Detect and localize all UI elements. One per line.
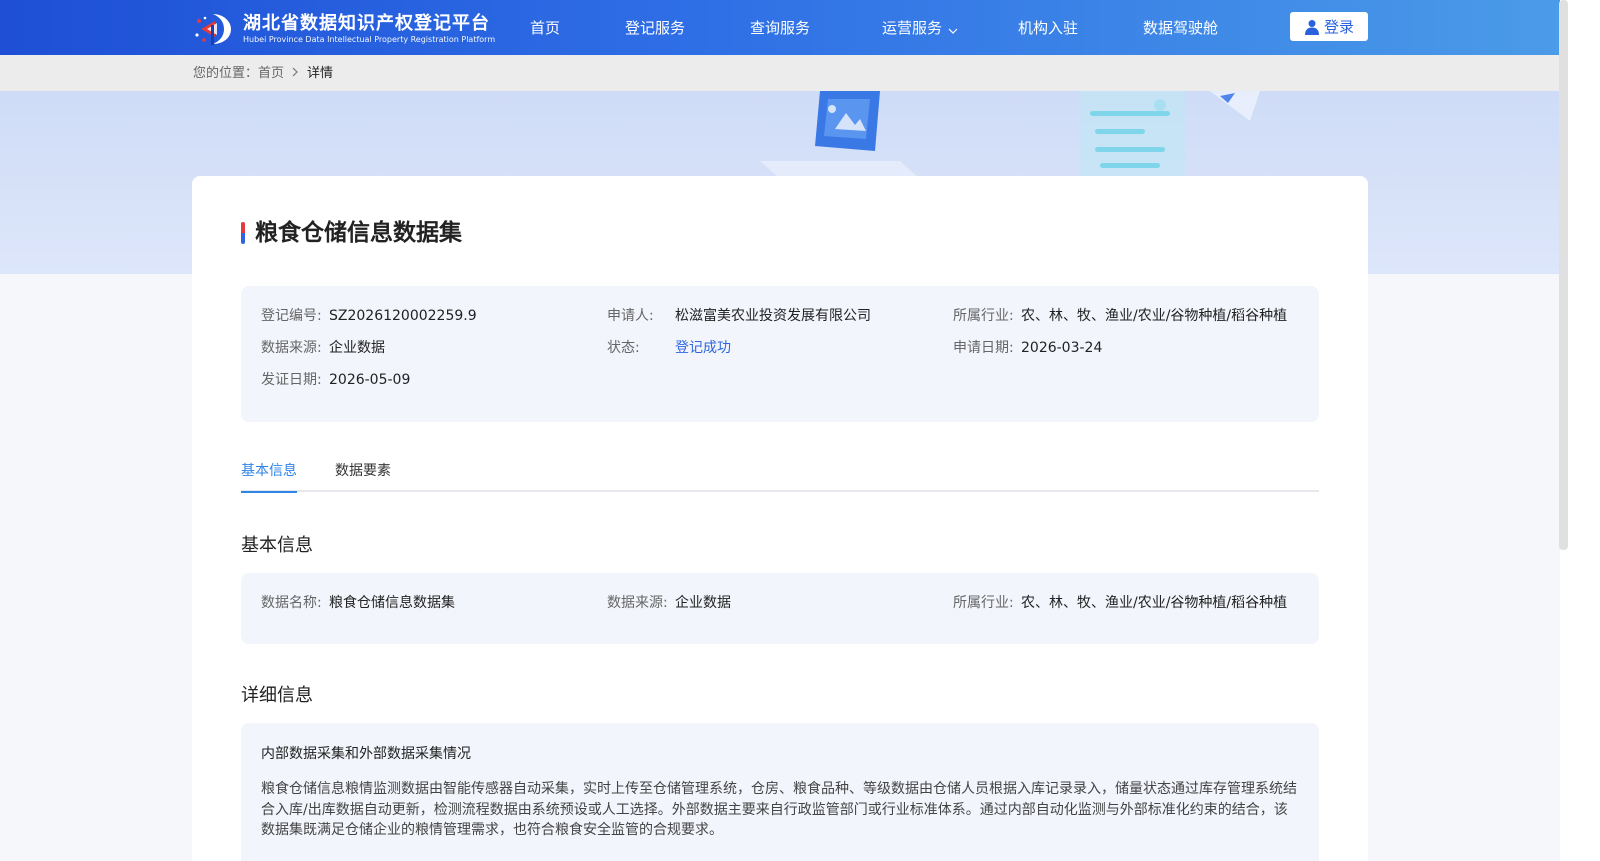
logo-title-cn: 湖北省数据知识产权登记平台	[243, 13, 490, 34]
basic-info-title: 基本信息	[241, 535, 313, 556]
page-title-row: 粮食仓储信息数据集	[241, 218, 462, 248]
field-value: 农、林、牧、渔业/农业/谷物种植/稻谷种植	[1021, 308, 1288, 324]
field-data-source: 数据来源: 企业数据	[261, 339, 385, 357]
field-data-name: 数据名称: 粮食仓储信息数据集	[261, 594, 455, 612]
user-icon	[1304, 19, 1319, 35]
field-value: 粮食仓储信息数据集	[329, 595, 455, 611]
field-label: 所属行业:	[953, 308, 1014, 324]
tab-data-elements[interactable]: 数据要素	[335, 462, 391, 480]
detail-paragraph: 粮食仓储信息粮情监测数据由智能传感器自动采集，实时上传至仓储管理系统，仓房、粮食…	[261, 781, 1297, 838]
field-industry: 所属行业: 农、林、牧、渔业/农业/谷物种植/稻谷种植	[953, 594, 1287, 612]
field-application-date: 申请日期: 2026-03-24	[953, 339, 1102, 357]
status-badge: 登记成功	[675, 340, 731, 356]
field-label: 发证日期:	[261, 372, 322, 388]
breadcrumb-prefix: 您的位置：	[193, 66, 259, 81]
field-value: 农、林、牧、渔业/农业/谷物种植/稻谷种植	[1021, 595, 1288, 611]
field-industry: 所属行业: 农、林、牧、渔业/农业/谷物种植/稻谷种植	[953, 307, 1287, 325]
field-status: 状态: 登记成功	[607, 339, 731, 357]
field-label: 数据名称:	[261, 595, 322, 611]
field-label: 申请人:	[607, 308, 654, 324]
field-label: 数据来源:	[607, 595, 668, 611]
field-value: 2026-03-24	[1021, 340, 1103, 356]
page-title: 粮食仓储信息数据集	[255, 220, 462, 246]
nav-home[interactable]: 首页	[530, 18, 560, 38]
nav-operation-service[interactable]: 运营服务	[882, 18, 958, 39]
nav-data-cockpit[interactable]: 数据驾驶舱	[1143, 18, 1218, 38]
nav-institution-join[interactable]: 机构入驻	[1018, 18, 1078, 38]
tab-basic-info[interactable]: 基本信息	[241, 462, 297, 493]
field-label: 登记编号:	[261, 308, 322, 324]
field-value: 松滋富美农业投资发展有限公司	[675, 308, 871, 324]
detailed-info-title: 详细信息	[241, 685, 313, 706]
chevron-right-icon	[292, 65, 299, 83]
login-button[interactable]: 登录	[1290, 12, 1368, 41]
nav-operation-service-label: 运营服务	[882, 19, 943, 37]
breadcrumb-current: 详情	[307, 66, 334, 81]
field-label: 状态:	[607, 340, 640, 356]
field-label: 数据来源:	[261, 340, 322, 356]
field-data-source: 数据来源: 企业数据	[607, 594, 731, 612]
field-applicant: 申请人: 松滋富美农业投资发展有限公司	[607, 307, 871, 325]
scrollbar-thumb[interactable]	[1559, 0, 1568, 550]
logo-mark-icon	[193, 11, 239, 47]
breadcrumb: 您的位置： 首页 详情	[193, 65, 333, 83]
top-navbar: 湖北省数据知识产权登记平台 Hubei Province Data Intell…	[0, 0, 1560, 55]
platform-logo[interactable]: 湖北省数据知识产权登记平台 Hubei Province Data Intell…	[193, 10, 495, 48]
detail-subheading: 内部数据采集和外部数据采集情况	[261, 746, 471, 762]
detail-tabs: 基本信息 数据要素	[241, 460, 1319, 493]
login-button-label: 登录	[1323, 18, 1354, 36]
field-certificate-date: 发证日期: 2026-05-09	[261, 371, 410, 389]
logo-title-en: Hubei Province Data Intellectual Propert…	[243, 35, 496, 44]
field-value: 企业数据	[329, 340, 385, 356]
chevron-down-icon	[948, 19, 958, 39]
nav-registration-service[interactable]: 登记服务	[625, 18, 685, 38]
title-accent-icon	[241, 222, 245, 244]
field-value: 企业数据	[675, 595, 731, 611]
field-registration-number: 登记编号: SZ2026120002259.9	[261, 307, 477, 325]
field-label: 所属行业:	[953, 595, 1014, 611]
field-value: 2026-05-09	[329, 372, 411, 388]
nav-query-service[interactable]: 查询服务	[750, 18, 810, 38]
field-label: 申请日期:	[953, 340, 1014, 356]
field-value: SZ2026120002259.9	[329, 308, 477, 324]
breadcrumb-home-link[interactable]: 首页	[258, 65, 284, 83]
